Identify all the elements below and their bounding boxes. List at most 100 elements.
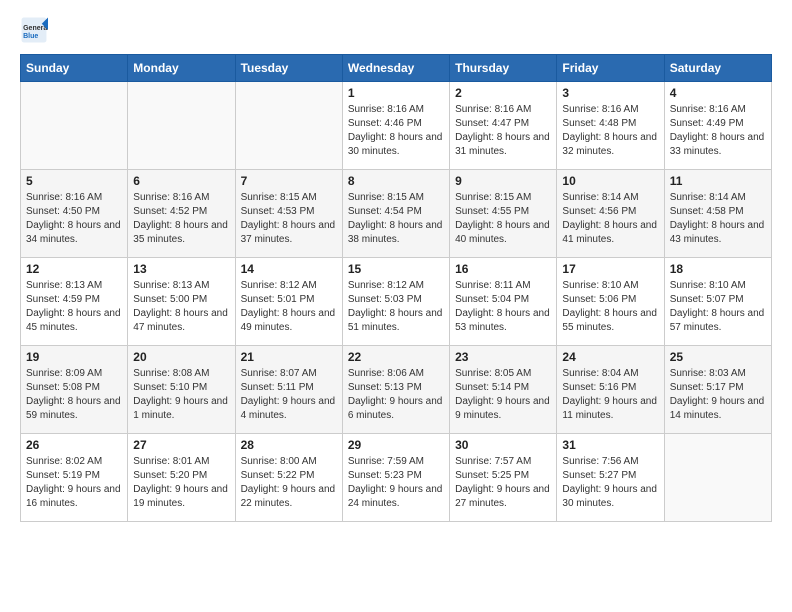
svg-text:Blue: Blue — [23, 33, 38, 40]
cell-content: Sunrise: 8:08 AMSunset: 5:10 PMDaylight:… — [133, 367, 229, 423]
cell-content: Sunrise: 8:16 AMSunset: 4:48 PMDaylight:… — [562, 103, 658, 159]
header: General Blue — [20, 16, 772, 44]
cell-content: Sunrise: 8:16 AMSunset: 4:46 PMDaylight:… — [348, 103, 444, 159]
calendar-cell: 29 Sunrise: 7:59 AMSunset: 5:23 PMDayligh… — [342, 434, 449, 522]
day-number: 4 — [670, 86, 766, 100]
cell-content: Sunrise: 8:01 AMSunset: 5:20 PMDaylight:… — [133, 455, 229, 511]
cell-content: Sunrise: 8:13 AMSunset: 5:00 PMDaylight:… — [133, 279, 229, 335]
calendar-cell: 27 Sunrise: 8:01 AMSunset: 5:20 PMDayligh… — [128, 434, 235, 522]
cell-content: Sunrise: 8:12 AMSunset: 5:03 PMDaylight:… — [348, 279, 444, 335]
day-number: 31 — [562, 438, 658, 452]
day-number: 17 — [562, 262, 658, 276]
day-number: 13 — [133, 262, 229, 276]
cell-content: Sunrise: 8:14 AMSunset: 4:58 PMDaylight:… — [670, 191, 766, 247]
cell-content: Sunrise: 8:15 AMSunset: 4:55 PMDaylight:… — [455, 191, 551, 247]
column-header-tuesday: Tuesday — [235, 55, 342, 82]
calendar-cell: 7Sunrise: 8:15 AMSunset: 4:53 PMDaylight… — [235, 170, 342, 258]
calendar-cell: 4 Sunrise: 8:16 AMSunset: 4:49 PMDaylight… — [664, 82, 771, 170]
day-number: 2 — [455, 86, 551, 100]
column-header-sunday: Sunday — [21, 55, 128, 82]
day-number: 11 — [670, 174, 766, 188]
calendar-week-1: 1 Sunrise: 8:16 AMSunset: 4:46 PMDaylight… — [21, 82, 772, 170]
day-number: 9 — [455, 174, 551, 188]
cell-content: Sunrise: 8:02 AMSunset: 5:19 PMDaylight:… — [26, 455, 122, 511]
calendar-cell: 26 Sunrise: 8:02 AMSunset: 5:19 PMDayligh… — [21, 434, 128, 522]
day-number: 19 — [26, 350, 122, 364]
cell-content: Sunrise: 8:10 AMSunset: 5:07 PMDaylight:… — [670, 279, 766, 335]
calendar-cell: 2 Sunrise: 8:16 AMSunset: 4:47 PMDaylight… — [450, 82, 557, 170]
logo-icon: General Blue — [20, 16, 48, 44]
calendar-cell: 25Sunrise: 8:03 AMSunset: 5:17 PMDayligh… — [664, 346, 771, 434]
calendar-cell: 23 Sunrise: 8:05 AMSunset: 5:14 PMDayligh… — [450, 346, 557, 434]
day-number: 10 — [562, 174, 658, 188]
calendar-week-5: 26 Sunrise: 8:02 AMSunset: 5:19 PMDayligh… — [21, 434, 772, 522]
calendar-cell: 3 Sunrise: 8:16 AMSunset: 4:48 PMDaylight… — [557, 82, 664, 170]
day-number: 23 — [455, 350, 551, 364]
calendar-cell: 28 Sunrise: 8:00 AMSunset: 5:22 PMDayligh… — [235, 434, 342, 522]
calendar-cell — [21, 82, 128, 170]
calendar-week-4: 19Sunrise: 8:09 AMSunset: 5:08 PMDayligh… — [21, 346, 772, 434]
calendar-cell: 20 Sunrise: 8:08 AMSunset: 5:10 PMDayligh… — [128, 346, 235, 434]
calendar-cell: 14 Sunrise: 8:12 AMSunset: 5:01 PMDayligh… — [235, 258, 342, 346]
cell-content: Sunrise: 7:57 AMSunset: 5:25 PMDaylight:… — [455, 455, 551, 511]
calendar-cell: 31 Sunrise: 7:56 AMSunset: 5:27 PMDayligh… — [557, 434, 664, 522]
calendar-cell: 11 Sunrise: 8:14 AMSunset: 4:58 PMDayligh… — [664, 170, 771, 258]
day-number: 22 — [348, 350, 444, 364]
column-header-monday: Monday — [128, 55, 235, 82]
calendar-header-row: SundayMondayTuesdayWednesdayThursdayFrid… — [21, 55, 772, 82]
calendar-cell: 10 Sunrise: 8:14 AMSunset: 4:56 PMDayligh… — [557, 170, 664, 258]
calendar-cell: 5 Sunrise: 8:16 AMSunset: 4:50 PMDaylight… — [21, 170, 128, 258]
day-number: 29 — [348, 438, 444, 452]
day-number: 25 — [670, 350, 766, 364]
calendar-cell: 16 Sunrise: 8:11 AMSunset: 5:04 PMDayligh… — [450, 258, 557, 346]
day-number: 5 — [26, 174, 122, 188]
page: General Blue SundayMondayTuesdayWednesda… — [0, 0, 792, 542]
column-header-thursday: Thursday — [450, 55, 557, 82]
cell-content: Sunrise: 8:14 AMSunset: 4:56 PMDaylight:… — [562, 191, 658, 247]
calendar-cell: 13 Sunrise: 8:13 AMSunset: 5:00 PMDayligh… — [128, 258, 235, 346]
day-number: 18 — [670, 262, 766, 276]
day-number: 12 — [26, 262, 122, 276]
cell-content: Sunrise: 8:16 AMSunset: 4:49 PMDaylight:… — [670, 103, 766, 159]
day-number: 15 — [348, 262, 444, 276]
calendar-week-2: 5 Sunrise: 8:16 AMSunset: 4:50 PMDaylight… — [21, 170, 772, 258]
cell-content: Sunrise: 8:04 AMSunset: 5:16 PMDaylight:… — [562, 367, 658, 423]
day-number: 20 — [133, 350, 229, 364]
calendar-cell: 18 Sunrise: 8:10 AMSunset: 5:07 PMDayligh… — [664, 258, 771, 346]
calendar-cell: 19Sunrise: 8:09 AMSunset: 5:08 PMDayligh… — [21, 346, 128, 434]
column-header-saturday: Saturday — [664, 55, 771, 82]
cell-content: Sunrise: 8:06 AMSunset: 5:13 PMDaylight:… — [348, 367, 444, 423]
calendar-cell: 12 Sunrise: 8:13 AMSunset: 4:59 PMDayligh… — [21, 258, 128, 346]
day-number: 14 — [241, 262, 337, 276]
day-number: 1 — [348, 86, 444, 100]
day-number: 24 — [562, 350, 658, 364]
day-number: 27 — [133, 438, 229, 452]
calendar-cell — [128, 82, 235, 170]
cell-content: Sunrise: 8:15 AMSunset: 4:53 PMDaylight:… — [241, 191, 337, 247]
calendar-cell: 15 Sunrise: 8:12 AMSunset: 5:03 PMDayligh… — [342, 258, 449, 346]
day-number: 28 — [241, 438, 337, 452]
day-number: 16 — [455, 262, 551, 276]
cell-content: Sunrise: 8:16 AMSunset: 4:50 PMDaylight:… — [26, 191, 122, 247]
calendar-table: SundayMondayTuesdayWednesdayThursdayFrid… — [20, 54, 772, 522]
cell-content: Sunrise: 8:00 AMSunset: 5:22 PMDaylight:… — [241, 455, 337, 511]
cell-content: Sunrise: 8:13 AMSunset: 4:59 PMDaylight:… — [26, 279, 122, 335]
cell-content: Sunrise: 8:05 AMSunset: 5:14 PMDaylight:… — [455, 367, 551, 423]
calendar-cell: 9 Sunrise: 8:15 AMSunset: 4:55 PMDaylight… — [450, 170, 557, 258]
cell-content: Sunrise: 7:56 AMSunset: 5:27 PMDaylight:… — [562, 455, 658, 511]
calendar-cell: 1 Sunrise: 8:16 AMSunset: 4:46 PMDaylight… — [342, 82, 449, 170]
cell-content: Sunrise: 8:15 AMSunset: 4:54 PMDaylight:… — [348, 191, 444, 247]
day-number: 3 — [562, 86, 658, 100]
calendar-cell: 22 Sunrise: 8:06 AMSunset: 5:13 PMDayligh… — [342, 346, 449, 434]
cell-content: Sunrise: 7:59 AMSunset: 5:23 PMDaylight:… — [348, 455, 444, 511]
calendar-cell — [664, 434, 771, 522]
cell-content: Sunrise: 8:12 AMSunset: 5:01 PMDaylight:… — [241, 279, 337, 335]
calendar-cell: 8Sunrise: 8:15 AMSunset: 4:54 PMDaylight… — [342, 170, 449, 258]
calendar-cell: 30Sunrise: 7:57 AMSunset: 5:25 PMDayligh… — [450, 434, 557, 522]
cell-content: Sunrise: 8:16 AMSunset: 4:52 PMDaylight:… — [133, 191, 229, 247]
column-header-wednesday: Wednesday — [342, 55, 449, 82]
cell-content: Sunrise: 8:11 AMSunset: 5:04 PMDaylight:… — [455, 279, 551, 335]
day-number: 26 — [26, 438, 122, 452]
calendar-cell — [235, 82, 342, 170]
cell-content: Sunrise: 8:16 AMSunset: 4:47 PMDaylight:… — [455, 103, 551, 159]
